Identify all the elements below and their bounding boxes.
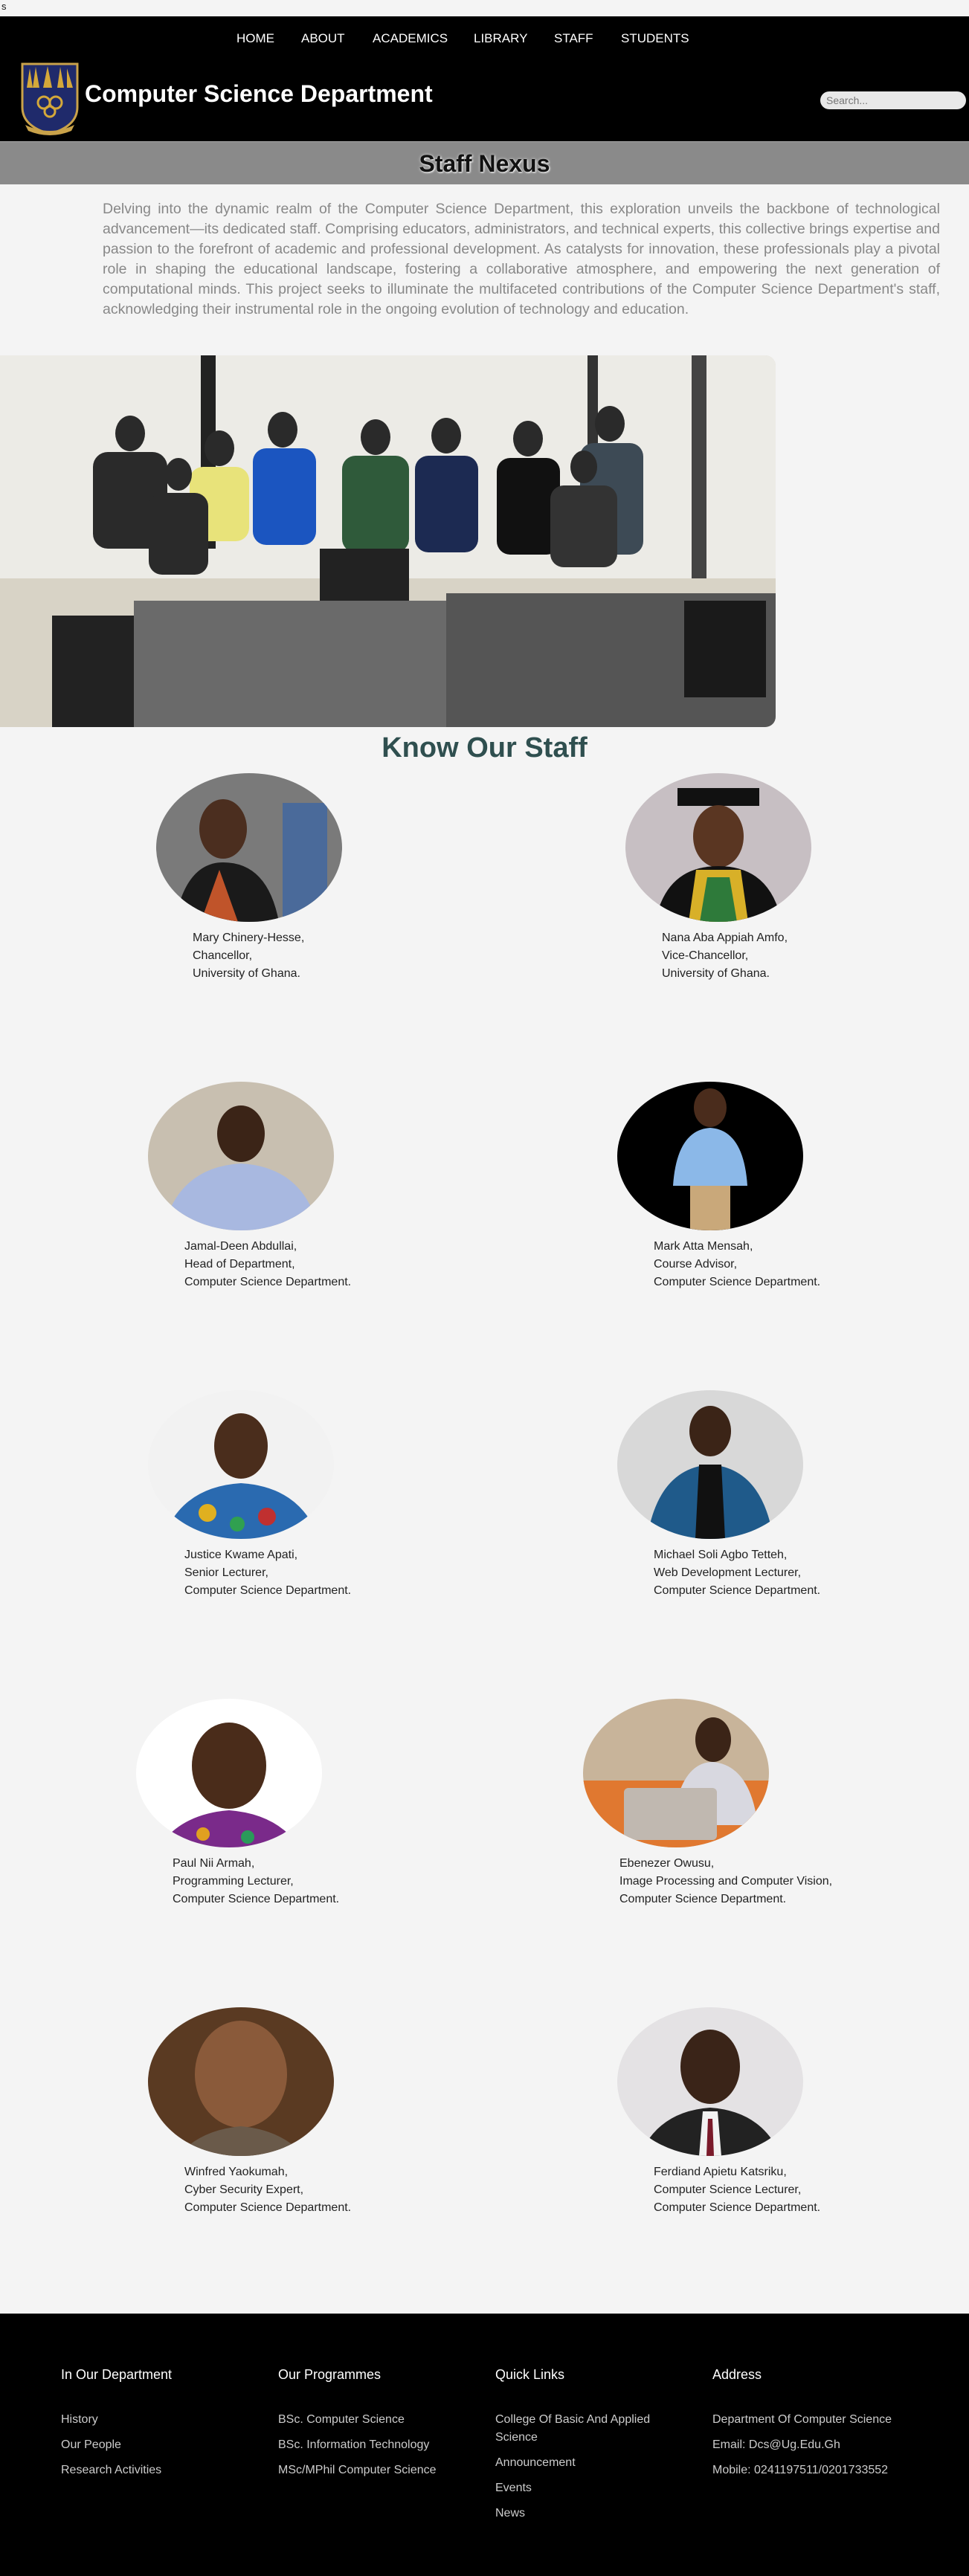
staff-role: Senior Lecturer, <box>184 1566 268 1579</box>
staff-org: University of Ghana. <box>662 967 770 980</box>
staff-card: Ferdiand Apietu Katsriku, Computer Scien… <box>617 2007 915 2217</box>
site-footer: In Our Department History Our People Res… <box>0 2314 969 2576</box>
staff-card: Ebenezer Owusu, Image Processing and Com… <box>583 1699 881 1908</box>
staff-card: Michael Soli Agbo Tetteh, Web Developmen… <box>617 1390 915 1600</box>
staff-role: Computer Science Lecturer, <box>654 2183 802 2196</box>
footer-link-college[interactable]: College Of Basic And Applied Science <box>495 2411 674 2447</box>
staff-org: Computer Science Department. <box>654 2201 821 2214</box>
staff-role: Web Development Lecturer, <box>654 1566 802 1579</box>
staff-photo <box>148 1390 334 1539</box>
staff-role: Vice-Chancellor, <box>662 949 749 962</box>
footer-link-research[interactable]: Research Activities <box>61 2462 262 2479</box>
staff-role: Cyber Security Expert, <box>184 2183 304 2196</box>
footer-link-bsc-cs[interactable]: BSc. Computer Science <box>278 2411 479 2429</box>
footer-link-news[interactable]: News <box>495 2505 674 2522</box>
footer-department-column: In Our Department History Our People Res… <box>61 2367 262 2487</box>
footer-link-history[interactable]: History <box>61 2411 262 2429</box>
search-input[interactable] <box>820 91 966 109</box>
page-title: Staff Nexus <box>419 150 550 177</box>
footer-mobile: Mobile: 0241197511/0201733552 <box>712 2464 889 2476</box>
staff-org: Computer Science Department. <box>184 2201 352 2214</box>
staff-org: Computer Science Department. <box>184 1584 352 1597</box>
staff-name: Mary Chinery-Hesse, <box>193 932 305 944</box>
staff-name: Ferdiand Apietu Katsriku, <box>654 2166 787 2178</box>
staff-role: Course Advisor, <box>654 1258 738 1271</box>
staff-role: Chancellor, <box>193 949 253 962</box>
staff-photo <box>625 773 811 922</box>
staff-photo <box>617 1082 803 1230</box>
nav-about[interactable]: ABOUT <box>301 27 345 51</box>
staff-org: Computer Science Department. <box>654 1584 821 1597</box>
staff-name: Jamal-Deen Abdullai, <box>184 1240 297 1253</box>
staff-group-photo <box>0 355 776 727</box>
staff-card: Justice Kwame Apati, Senior Lecturer, Co… <box>148 1390 445 1600</box>
staff-photo <box>136 1699 322 1847</box>
nav-home[interactable]: HOME <box>236 27 274 51</box>
nav-academics[interactable]: ACADEMICS <box>373 27 448 51</box>
staff-card: Nana Aba Appiah Amfo, Vice-Chancellor, U… <box>625 773 923 983</box>
staff-name: Michael Soli Agbo Tetteh, <box>654 1549 788 1561</box>
staff-name: Mark Atta Mensah, <box>654 1240 753 1253</box>
staff-card: Paul Nii Armah, Programming Lecturer, Co… <box>136 1699 434 1908</box>
staff-role: Image Processing and Computer Vision, <box>619 1875 833 1888</box>
page-banner: Staff Nexus <box>0 141 969 184</box>
staff-name: Paul Nii Armah, <box>173 1857 255 1870</box>
footer-address-column: Address Department Of Computer Science E… <box>712 2367 936 2487</box>
staff-card: Mary Chinery-Hesse, Chancellor, Universi… <box>156 773 454 983</box>
staff-org: Computer Science Department. <box>619 1893 787 1905</box>
stray-text: s <box>0 0 969 16</box>
staff-photo <box>156 773 342 922</box>
staff-role: Programming Lecturer, <box>173 1875 294 1888</box>
staff-name: Winfred Yaokumah, <box>184 2166 289 2178</box>
staff-org: Computer Science Department. <box>184 1276 352 1288</box>
footer-heading: Address <box>712 2367 762 2382</box>
staff-photo <box>617 2007 803 2156</box>
footer-address-line: Department Of Computer Science <box>712 2413 892 2426</box>
nav-students[interactable]: STUDENTS <box>621 27 689 51</box>
staff-photo <box>617 1390 803 1539</box>
staff-photo <box>148 2007 334 2156</box>
footer-link-events[interactable]: Events <box>495 2479 674 2497</box>
staff-photo <box>583 1699 769 1847</box>
staff-card: Jamal-Deen Abdullai, Head of Department,… <box>148 1082 445 1291</box>
staff-name: Nana Aba Appiah Amfo, <box>662 932 788 944</box>
department-title: Computer Science Department <box>85 80 433 107</box>
nav-library[interactable]: LIBRARY <box>474 27 527 51</box>
footer-link-our-people[interactable]: Our People <box>61 2436 262 2454</box>
staff-org: University of Ghana. <box>193 967 300 980</box>
staff-org: Computer Science Department. <box>173 1893 340 1905</box>
footer-heading: Quick Links <box>495 2367 565 2382</box>
footer-link-bsc-it[interactable]: BSc. Information Technology <box>278 2436 479 2454</box>
footer-quick-links-column: Quick Links College Of Basic And Applied… <box>495 2367 674 2530</box>
staff-org: Computer Science Department. <box>654 1276 821 1288</box>
footer-heading: In Our Department <box>61 2367 173 2382</box>
site-header: HOME ABOUT ACADEMICS LIBRARY STAFF STUDE… <box>0 16 969 141</box>
staff-role: Head of Department, <box>184 1258 295 1271</box>
footer-programmes-column: Our Programmes BSc. Computer Science BSc… <box>278 2367 479 2487</box>
nav-staff[interactable]: STAFF <box>554 27 593 51</box>
footer-link-msc-cs[interactable]: MSc/MPhil Computer Science <box>278 2462 479 2479</box>
staff-name: Ebenezer Owusu, <box>619 1857 715 1870</box>
intro-paragraph: Delving into the dynamic realm of the Co… <box>103 201 940 317</box>
staff-photo <box>148 1082 334 1230</box>
footer-link-announcement[interactable]: Announcement <box>495 2454 674 2472</box>
footer-heading: Our Programmes <box>278 2367 382 2382</box>
staff-card: Winfred Yaokumah, Cyber Security Expert,… <box>148 2007 445 2217</box>
university-crest-logo[interactable] <box>19 59 80 137</box>
staff-name: Justice Kwame Apati, <box>184 1549 298 1561</box>
footer-email: Email: Dcs@Ug.Edu.Gh <box>712 2438 840 2451</box>
staff-card: Mark Atta Mensah, Course Advisor, Comput… <box>617 1082 915 1291</box>
staff-section-heading: Know Our Staff <box>382 732 587 764</box>
